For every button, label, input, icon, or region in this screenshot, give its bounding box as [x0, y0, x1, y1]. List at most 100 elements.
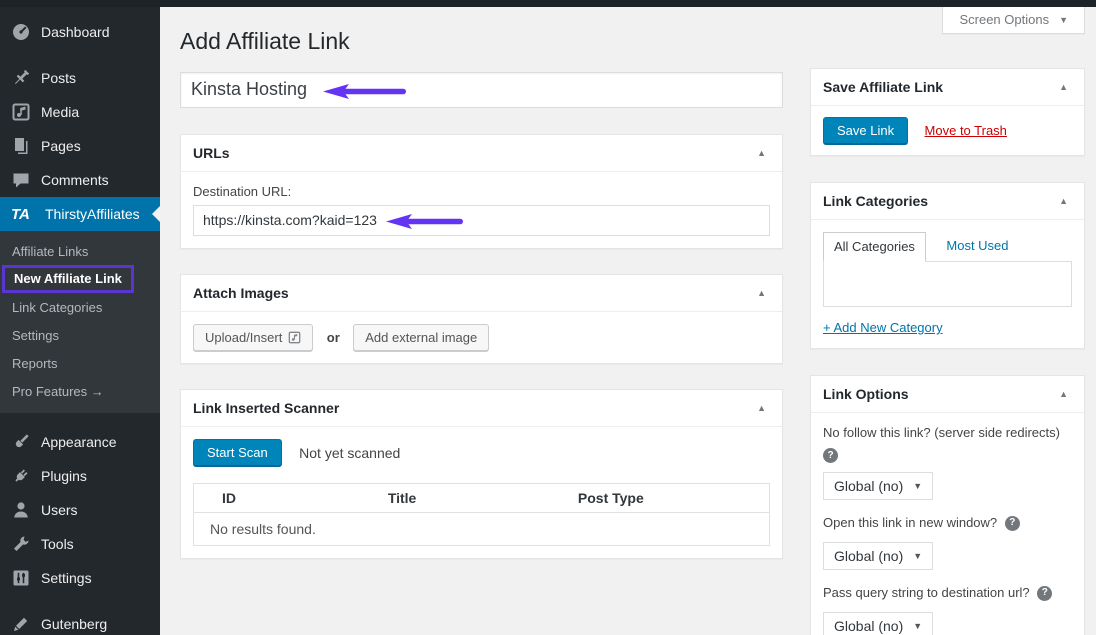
- table-row: No results found.: [194, 512, 770, 545]
- query-string-label: Pass query string to destination url?: [823, 585, 1030, 600]
- or-label: or: [327, 330, 340, 345]
- content-area: Screen Options ▼ Add Affiliate Link URLs…: [160, 7, 1096, 635]
- sidebar-item-dashboard[interactable]: Dashboard: [0, 15, 160, 49]
- sidebar-item-thirstyaffiliates[interactable]: TA ThirstyAffiliates: [0, 197, 160, 231]
- scan-status-text: Not yet scanned: [299, 445, 400, 461]
- link-scanner-body: Start Scan Not yet scanned ID Title Post…: [181, 427, 782, 558]
- collapse-icon[interactable]: ▲: [753, 401, 770, 415]
- submenu-item-affiliate-links[interactable]: Affiliate Links: [0, 237, 160, 265]
- active-menu-arrow: [152, 206, 160, 222]
- admin-top-bar: [0, 0, 1096, 7]
- submenu-item-settings[interactable]: Settings: [0, 321, 160, 349]
- collapse-icon[interactable]: ▲: [1055, 387, 1072, 401]
- sidebar-item-settings[interactable]: Settings: [0, 561, 160, 595]
- sidebar-item-users[interactable]: Users: [0, 493, 160, 527]
- query-string-select[interactable]: Global (no) ▼: [823, 612, 933, 635]
- user-icon: [11, 500, 31, 520]
- screen-options-button[interactable]: Screen Options ▼: [942, 7, 1085, 34]
- new-window-label: Open this link in new window?: [823, 515, 997, 530]
- sidebar-item-label: Plugins: [41, 468, 87, 484]
- submenu-item-reports[interactable]: Reports: [0, 349, 160, 377]
- submenu-item-link-categories[interactable]: Link Categories: [0, 293, 160, 321]
- urls-panel: URLs ▲ Destination URL:: [180, 134, 783, 249]
- save-panel: Save Affiliate Link ▲ Save Link Move to …: [810, 68, 1085, 156]
- column-header-id: ID: [194, 483, 378, 512]
- attach-images-title: Attach Images: [193, 285, 289, 301]
- column-header-title: Title: [378, 483, 568, 512]
- destination-url-input[interactable]: [193, 205, 770, 236]
- move-to-trash-link[interactable]: Move to Trash: [925, 123, 1007, 138]
- main-column: Add Affiliate Link URLs ▲ Destination UR…: [180, 27, 783, 559]
- scan-results-table: ID Title Post Type No results found.: [193, 483, 770, 546]
- help-icon[interactable]: ?: [1005, 516, 1020, 531]
- empty-results-text: No results found.: [194, 512, 770, 545]
- thirstyaffiliates-submenu: Affiliate Links New Affiliate Link Link …: [0, 231, 160, 413]
- collapse-icon[interactable]: ▲: [753, 146, 770, 160]
- save-panel-header: Save Affiliate Link ▲: [811, 69, 1084, 106]
- urls-panel-header: URLs ▲: [181, 135, 782, 172]
- menu-separator: [0, 49, 160, 61]
- paintbrush-icon: [11, 432, 31, 452]
- tab-all-categories[interactable]: All Categories: [823, 232, 926, 262]
- save-link-button[interactable]: Save Link: [823, 117, 908, 144]
- sidebar-item-label: Comments: [41, 172, 109, 188]
- link-title-input[interactable]: [180, 72, 783, 108]
- urls-panel-body: Destination URL:: [181, 172, 782, 248]
- pages-icon: [11, 136, 31, 156]
- nofollow-label: No follow this link? (server side redire…: [823, 424, 1072, 443]
- link-options-header: Link Options ▲: [811, 376, 1084, 413]
- title-input-wrap: [180, 72, 783, 108]
- column-header-post-type: Post Type: [568, 483, 770, 512]
- sidebar-item-media[interactable]: Media: [0, 95, 160, 129]
- add-external-image-button[interactable]: Add external image: [353, 324, 489, 351]
- link-options-body: No follow this link? (server side redire…: [811, 413, 1084, 635]
- submenu-item-pro-features[interactable]: Pro Features →: [0, 377, 160, 405]
- nofollow-field: No follow this link? (server side redire…: [823, 424, 1072, 500]
- sidebar-item-label: ThirstyAffiliates: [45, 206, 140, 222]
- chevron-down-icon: ▼: [913, 481, 922, 491]
- collapse-icon[interactable]: ▲: [1055, 194, 1072, 208]
- urls-panel-title: URLs: [193, 145, 230, 161]
- nofollow-select[interactable]: Global (no) ▼: [823, 472, 933, 500]
- attach-images-header: Attach Images ▲: [181, 275, 782, 312]
- menu-separator: [0, 595, 160, 607]
- sidebar-item-label: Gutenberg: [41, 616, 107, 632]
- page-title: Add Affiliate Link: [180, 27, 783, 57]
- collapse-icon[interactable]: ▲: [753, 286, 770, 300]
- new-window-field: Open this link in new window? ? Global (…: [823, 514, 1072, 570]
- destination-url-label: Destination URL:: [193, 184, 770, 199]
- chevron-down-icon: ▼: [913, 551, 922, 561]
- sidebar-item-label: Appearance: [41, 434, 117, 450]
- attach-images-body: Upload/Insert or Add external image: [181, 312, 782, 363]
- sidebar-item-posts[interactable]: Posts: [0, 61, 160, 95]
- wrench-icon: [11, 534, 31, 554]
- table-header-row: ID Title Post Type: [194, 483, 770, 512]
- admin-sidebar: Dashboard Posts Media Pages Comments TA …: [0, 0, 160, 635]
- new-window-select[interactable]: Global (no) ▼: [823, 542, 933, 570]
- link-options-panel: Link Options ▲ No follow this link? (ser…: [810, 375, 1085, 635]
- save-panel-title: Save Affiliate Link: [823, 79, 943, 95]
- submenu-item-new-affiliate-link[interactable]: New Affiliate Link: [0, 265, 160, 293]
- sidebar-item-tools[interactable]: Tools: [0, 527, 160, 561]
- sliders-icon: [11, 568, 31, 588]
- menu-separator: [0, 413, 160, 425]
- sidebar-item-comments[interactable]: Comments: [0, 163, 160, 197]
- sidebar-item-pages[interactable]: Pages: [0, 129, 160, 163]
- link-scanner-panel: Link Inserted Scanner ▲ Start Scan Not y…: [180, 389, 783, 559]
- start-scan-button[interactable]: Start Scan: [193, 439, 282, 466]
- destination-url-wrap: [193, 205, 770, 236]
- upload-insert-button[interactable]: Upload/Insert: [193, 324, 313, 351]
- sidebar-item-appearance[interactable]: Appearance: [0, 425, 160, 459]
- sidebar-item-gutenberg[interactable]: Gutenberg: [0, 607, 160, 635]
- help-icon[interactable]: ?: [823, 448, 838, 463]
- add-new-category-link[interactable]: + Add New Category: [823, 320, 943, 335]
- plug-icon: [11, 466, 31, 486]
- tab-most-used[interactable]: Most Used: [946, 238, 1008, 253]
- dashboard-icon: [11, 22, 31, 42]
- sidebar-item-plugins[interactable]: Plugins: [0, 459, 160, 493]
- category-list-box[interactable]: [823, 261, 1072, 307]
- help-icon[interactable]: ?: [1037, 586, 1052, 601]
- collapse-icon[interactable]: ▲: [1055, 80, 1072, 94]
- link-categories-title: Link Categories: [823, 193, 928, 209]
- pushpin-icon: [11, 68, 31, 88]
